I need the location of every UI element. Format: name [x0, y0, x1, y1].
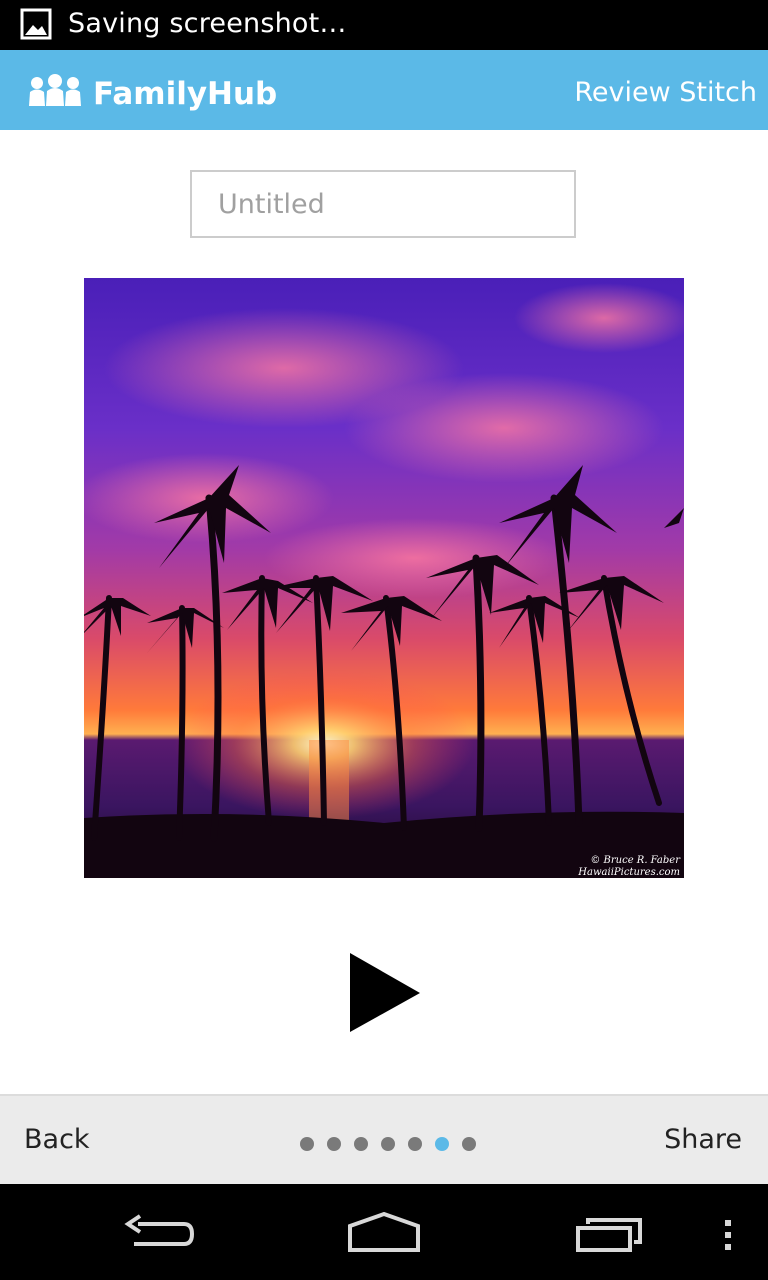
status-bar: Saving screenshot… — [0, 0, 768, 50]
page-dot — [462, 1137, 476, 1151]
home-icon[interactable] — [346, 1212, 422, 1254]
app-title: FamilyHub — [93, 76, 278, 112]
status-notification-text: Saving screenshot… — [68, 8, 347, 39]
page-indicator — [300, 1136, 476, 1152]
photo-watermark-line-1: © Bruce R. Faber — [590, 855, 681, 866]
bottom-bar: Back Share — [0, 1094, 768, 1184]
page-dot — [408, 1137, 422, 1151]
overflow-menu-icon[interactable] — [722, 1218, 734, 1252]
page-dot — [327, 1137, 341, 1151]
image-icon — [20, 8, 52, 40]
review-stitch-button[interactable]: Review Stitch — [574, 76, 757, 110]
page-dot — [354, 1137, 368, 1151]
recent-apps-icon[interactable] — [574, 1214, 646, 1254]
back-button[interactable]: Back — [24, 1124, 90, 1155]
stitch-photo: © Bruce R. Faber HawaiiPictures.com — [84, 278, 684, 878]
page-dot — [381, 1137, 395, 1151]
title-input[interactable] — [190, 170, 576, 238]
family-group-icon — [29, 74, 81, 106]
photo-watermark-line-2: HawaiiPictures.com — [577, 867, 680, 878]
back-arrow-icon[interactable] — [124, 1214, 196, 1254]
action-bar: FamilyHub Review Stitch — [0, 50, 768, 130]
system-nav-bar — [0, 1184, 768, 1280]
play-icon[interactable] — [346, 950, 426, 1036]
share-button[interactable]: Share — [664, 1124, 742, 1155]
page-dot — [300, 1137, 314, 1151]
page-dot-active — [435, 1137, 449, 1151]
palm-trees-sunset-photo: © Bruce R. Faber HawaiiPictures.com — [84, 278, 684, 878]
